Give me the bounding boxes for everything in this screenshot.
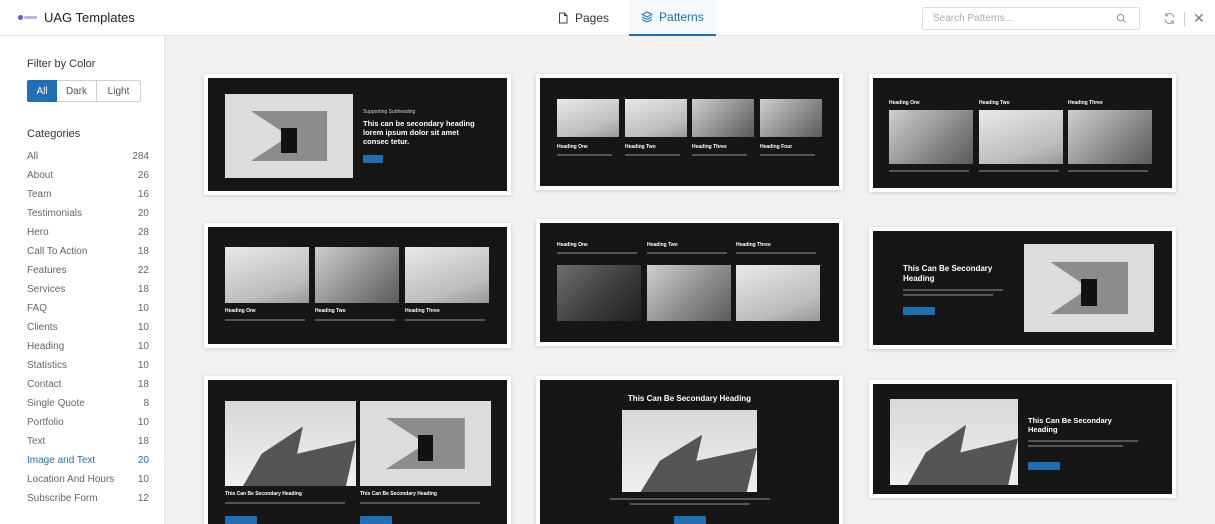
category-item[interactable]: Subscribe Form 12 xyxy=(27,489,149,508)
cta-button xyxy=(1028,462,1060,470)
color-filter: All Dark Light xyxy=(27,80,141,102)
pattern-card[interactable]: Heading One Heading Two Heading Three xyxy=(869,74,1176,192)
filter-title: Filter by Color xyxy=(27,58,96,70)
category-item[interactable]: Single Quote 8 xyxy=(27,394,149,413)
divider xyxy=(1184,11,1185,26)
pattern-image xyxy=(225,94,353,178)
tab-bar: Pages Patterns xyxy=(545,0,716,36)
tab-patterns[interactable]: Patterns xyxy=(629,0,716,36)
category-item[interactable]: FAQ 10 xyxy=(27,299,149,318)
pattern-card[interactable]: This Can Be Secondary Heading This Can B… xyxy=(204,376,511,524)
close-icon[interactable]: ✕ xyxy=(1193,10,1205,27)
category-item[interactable]: Clients 10 xyxy=(27,318,149,337)
category-item[interactable]: Hero 28 xyxy=(27,223,149,242)
filter-all-button[interactable]: All xyxy=(27,80,57,102)
cta-button xyxy=(360,516,392,524)
category-item[interactable]: Portfolio 10 xyxy=(27,413,149,432)
category-item[interactable]: Services 18 xyxy=(27,280,149,299)
pattern-card[interactable]: Heading One Heading Two Heading Three xyxy=(536,219,843,346)
category-item[interactable]: All 284 xyxy=(27,147,149,166)
cta-button xyxy=(363,155,383,163)
category-item[interactable]: Contact 18 xyxy=(27,375,149,394)
search-icon[interactable] xyxy=(1116,13,1127,24)
category-list: All 284 About 26 Team 16 Testimonials 20 Her… xyxy=(27,147,149,508)
pattern-card[interactable]: Supporting Subheading This can be second… xyxy=(204,74,511,195)
top-actions: ✕ xyxy=(1163,10,1205,27)
page-icon xyxy=(559,12,568,24)
pattern-card[interactable]: Heading One Heading Two Heading Three xyxy=(204,223,511,348)
brand: UAG Templates xyxy=(18,10,135,25)
filter-light-button[interactable]: Light xyxy=(97,80,141,102)
pattern-card[interactable]: Heading One Heading Two Heading Three He… xyxy=(536,74,843,190)
category-item[interactable]: Statistics 10 xyxy=(27,356,149,375)
layers-icon xyxy=(641,11,654,23)
category-item[interactable]: Location And Hours 10 xyxy=(27,470,149,489)
tab-patterns-label: Patterns xyxy=(659,10,704,24)
category-item[interactable]: Team 16 xyxy=(27,185,149,204)
sidebar: Filter by Color All Dark Light Categorie… xyxy=(0,36,165,524)
cta-button xyxy=(225,516,257,524)
search-box xyxy=(922,7,1140,30)
category-item[interactable]: Text 18 xyxy=(27,432,149,451)
pattern-card[interactable]: This Can Be Secondary Heading xyxy=(536,376,843,524)
brand-logo-icon xyxy=(18,14,38,22)
category-item[interactable]: Heading 10 xyxy=(27,337,149,356)
pattern-card[interactable]: This Can Be Secondary Heading xyxy=(869,380,1176,498)
tab-pages-label: Pages xyxy=(575,11,610,25)
category-item[interactable]: About 26 xyxy=(27,166,149,185)
app-title: UAG Templates xyxy=(44,10,135,25)
filter-dark-button[interactable]: Dark xyxy=(57,80,97,102)
search-input[interactable] xyxy=(923,8,1113,29)
cta-button xyxy=(674,516,706,524)
category-item[interactable]: Features 22 xyxy=(27,261,149,280)
cta-button xyxy=(903,307,935,315)
pattern-card[interactable]: This Can Be Secondary Heading xyxy=(869,227,1176,349)
pattern-grid: Supporting Subheading This can be second… xyxy=(166,36,1215,524)
tab-pages[interactable]: Pages xyxy=(545,0,621,36)
category-item[interactable]: Testimonials 20 xyxy=(27,204,149,223)
sync-icon[interactable] xyxy=(1163,12,1176,25)
category-item-active[interactable]: Image and Text 20 xyxy=(27,451,149,470)
top-bar: UAG Templates Pages Patterns ✕ xyxy=(0,0,1215,36)
categories-title: Categories xyxy=(27,128,81,140)
category-item[interactable]: Call To Action 18 xyxy=(27,242,149,261)
